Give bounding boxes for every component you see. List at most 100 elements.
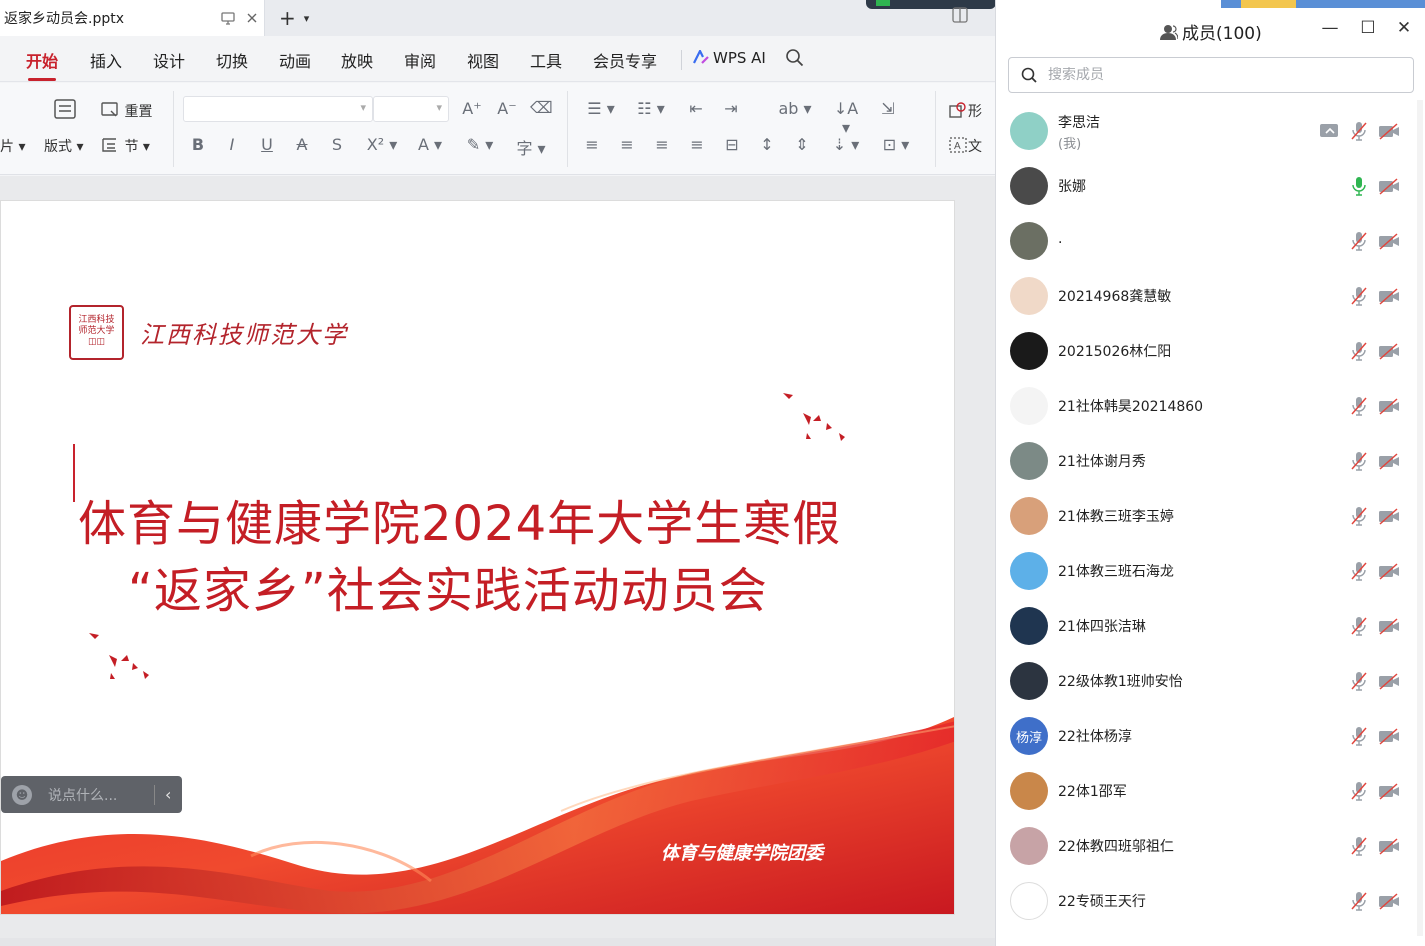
bold-icon[interactable]: B bbox=[187, 135, 209, 154]
tab-wps-ai[interactable]: WPS AI bbox=[693, 49, 766, 67]
member-row[interactable]: 20214968龚慧敏 bbox=[996, 268, 1425, 323]
microphone-muted-icon[interactable] bbox=[1348, 616, 1370, 636]
slide-footer-text[interactable]: 体育与健康学院团委 bbox=[661, 839, 823, 865]
member-row[interactable]: 张娜 bbox=[996, 158, 1425, 213]
chat-input-bar[interactable]: ☻ 说点什么... ‹ bbox=[1, 776, 182, 813]
tab-transition[interactable]: 切换 bbox=[216, 48, 248, 72]
new-tab-button[interactable]: + ▾ bbox=[279, 6, 309, 30]
align-center-icon[interactable]: ≡ bbox=[616, 135, 638, 154]
maximize-icon[interactable]: ☐ bbox=[1356, 18, 1380, 38]
tab-review[interactable]: 审阅 bbox=[404, 48, 436, 72]
camera-off-icon[interactable] bbox=[1378, 726, 1400, 746]
member-row[interactable]: 21社体谢月秀 bbox=[996, 433, 1425, 488]
microphone-muted-icon[interactable] bbox=[1348, 121, 1370, 141]
camera-off-icon[interactable] bbox=[1378, 616, 1400, 636]
microphone-muted-icon[interactable] bbox=[1348, 836, 1370, 856]
member-row[interactable]: 20215026林仁阳 bbox=[996, 323, 1425, 378]
microphone-icon[interactable] bbox=[1348, 176, 1370, 196]
convert-smartart-icon[interactable]: ⇲ bbox=[877, 99, 899, 118]
search-icon[interactable] bbox=[785, 48, 805, 72]
member-search[interactable] bbox=[1008, 57, 1414, 93]
camera-off-icon[interactable] bbox=[1378, 341, 1400, 361]
shadow-text-icon[interactable]: S bbox=[326, 135, 348, 154]
sort-icon[interactable]: ↓A ▾ bbox=[828, 99, 864, 137]
close-icon[interactable]: ✕ bbox=[1392, 18, 1416, 38]
text-box-align-icon[interactable]: ⊡ ▾ bbox=[878, 135, 914, 154]
layout-icon[interactable] bbox=[52, 98, 78, 124]
strikethrough-icon[interactable]: A bbox=[291, 135, 313, 154]
font-size-select[interactable]: ▾ bbox=[373, 96, 449, 122]
microphone-muted-icon[interactable] bbox=[1348, 231, 1370, 251]
camera-off-icon[interactable] bbox=[1378, 781, 1400, 801]
camera-off-icon[interactable] bbox=[1378, 231, 1400, 251]
member-row[interactable]: 22级体教1班帅安怡 bbox=[996, 653, 1425, 708]
tab-tools[interactable]: 工具 bbox=[530, 48, 562, 72]
microphone-muted-icon[interactable] bbox=[1348, 561, 1370, 581]
highlight-icon[interactable]: ✎ ▾ bbox=[462, 135, 498, 154]
member-row[interactable]: 李思洁 (我) bbox=[996, 103, 1425, 158]
member-row[interactable]: 21体四张洁琳 bbox=[996, 598, 1425, 653]
tab-view[interactable]: 视图 bbox=[467, 48, 499, 72]
decrease-indent-icon[interactable]: ⇤ bbox=[685, 99, 707, 118]
justify-icon[interactable]: ≡ bbox=[686, 135, 708, 154]
increase-indent-icon[interactable]: ⇥ bbox=[720, 99, 742, 118]
section-button[interactable]: 节 ▾ bbox=[100, 136, 150, 156]
camera-off-icon[interactable] bbox=[1378, 836, 1400, 856]
microphone-muted-icon[interactable] bbox=[1348, 286, 1370, 306]
textbox-button[interactable]: A文 bbox=[948, 136, 982, 156]
member-row[interactable]: 21体教三班石海龙 bbox=[996, 543, 1425, 598]
camera-off-icon[interactable] bbox=[1378, 506, 1400, 526]
microphone-muted-icon[interactable] bbox=[1348, 671, 1370, 691]
chat-placeholder[interactable]: 说点什么... bbox=[48, 785, 144, 805]
line-spacing-icon[interactable]: ↕ bbox=[756, 135, 778, 154]
member-row[interactable]: 22专硕王天行 bbox=[996, 873, 1425, 928]
document-tab[interactable]: 返家乡动员会.pptx bbox=[0, 0, 265, 36]
bullet-list-icon[interactable]: ☰ ▾ bbox=[583, 99, 619, 118]
camera-off-icon[interactable] bbox=[1378, 671, 1400, 691]
clear-format-icon[interactable]: ⌫ bbox=[530, 98, 553, 117]
underline-icon[interactable]: U bbox=[256, 135, 278, 154]
camera-off-icon[interactable] bbox=[1378, 121, 1400, 141]
numbered-list-icon[interactable]: ☷ ▾ bbox=[633, 99, 669, 118]
tab-home[interactable]: 开始 bbox=[26, 48, 58, 81]
slide-title-line-2[interactable]: “返家乡”社会实践活动动员会 bbox=[128, 551, 768, 621]
increase-font-icon[interactable]: A⁺ bbox=[461, 99, 483, 118]
member-row[interactable]: 杨淳 22社体杨淳 bbox=[996, 708, 1425, 763]
microphone-muted-icon[interactable] bbox=[1348, 891, 1370, 911]
align-left-icon[interactable]: ≡ bbox=[581, 135, 603, 154]
tab-design[interactable]: 设计 bbox=[153, 48, 185, 72]
monitor-icon[interactable] bbox=[216, 6, 240, 30]
member-row[interactable]: 22体1邵军 bbox=[996, 763, 1425, 818]
font-family-select[interactable]: ▾ bbox=[183, 96, 373, 122]
vertical-align-icon[interactable]: ⇣ ▾ bbox=[828, 135, 864, 154]
superscript-icon[interactable]: X² ▾ bbox=[364, 135, 400, 154]
microphone-muted-icon[interactable] bbox=[1348, 781, 1370, 801]
emoji-icon[interactable]: ☻ bbox=[12, 784, 32, 805]
tab-slideshow[interactable]: 放映 bbox=[341, 48, 373, 72]
camera-off-icon[interactable] bbox=[1378, 286, 1400, 306]
reset-button[interactable]: 重置 bbox=[100, 101, 152, 121]
tab-animation[interactable]: 动画 bbox=[279, 48, 311, 72]
microphone-muted-icon[interactable] bbox=[1348, 341, 1370, 361]
camera-off-icon[interactable] bbox=[1378, 891, 1400, 911]
microphone-muted-icon[interactable] bbox=[1348, 451, 1370, 471]
layout-button[interactable]: 版式 ▾ bbox=[44, 136, 83, 156]
microphone-muted-icon[interactable] bbox=[1348, 396, 1370, 416]
italic-icon[interactable]: I bbox=[221, 135, 243, 154]
microphone-muted-icon[interactable] bbox=[1348, 726, 1370, 746]
camera-off-icon[interactable] bbox=[1378, 561, 1400, 581]
paragraph-spacing-icon[interactable]: ⇕ bbox=[791, 135, 813, 154]
minimize-icon[interactable]: — bbox=[1318, 18, 1342, 38]
tab-member[interactable]: 会员专享 bbox=[593, 48, 657, 72]
new-picture-slide-button[interactable]: 片 ▾ bbox=[0, 136, 25, 156]
close-tab-icon[interactable] bbox=[240, 6, 264, 30]
text-direction-icon[interactable]: ab ▾ bbox=[777, 99, 813, 118]
member-row[interactable]: 21体教三班李玉婷 bbox=[996, 488, 1425, 543]
decrease-font-icon[interactable]: A⁻ bbox=[496, 99, 518, 118]
member-list-scrollbar[interactable] bbox=[1417, 100, 1423, 936]
screen-share-icon[interactable] bbox=[1318, 121, 1340, 141]
member-search-input[interactable] bbox=[1048, 67, 1388, 83]
slide-title-line-1[interactable]: 体育与健康学院2024年大学生寒假 bbox=[78, 484, 841, 554]
font-color-icon[interactable]: A ▾ bbox=[412, 135, 448, 154]
align-right-icon[interactable]: ≡ bbox=[651, 135, 673, 154]
